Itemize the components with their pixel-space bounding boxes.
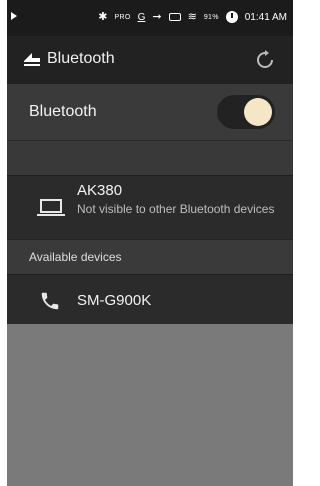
battery-icon <box>168 13 181 21</box>
empty-area <box>7 324 293 486</box>
bluetooth-toggle-row[interactable]: Bluetooth <box>7 84 293 140</box>
paired-device-status: Not visible to other Bluetooth devices <box>77 202 275 216</box>
status-icons: ✱ PRO G ➞ ≋ 91% 01:41 AM <box>98 11 287 23</box>
bluetooth-switch[interactable] <box>217 95 275 129</box>
paired-device-name: AK380 <box>77 182 123 199</box>
switch-knob <box>244 98 272 126</box>
available-devices-label: Available devices <box>29 250 122 264</box>
play-icon <box>11 12 17 20</box>
battery-percent: 91% <box>203 13 219 21</box>
available-device-row[interactable]: SM-G900K <box>7 274 293 327</box>
bluetooth-icon: ✱ <box>98 11 108 23</box>
bluetooth-toggle-label: Bluetooth <box>29 103 97 120</box>
output-arrow-icon: ➞ <box>152 11 162 23</box>
page-title: Bluetooth <box>47 50 115 67</box>
pro-label: PRO <box>114 13 131 21</box>
status-time: 01:41 AM <box>244 11 287 23</box>
status-bar: ✱ PRO G ➞ ≋ 91% 01:41 AM <box>7 0 293 36</box>
empty-row <box>7 140 293 175</box>
available-device-name: SM-G900K <box>77 292 152 309</box>
clock-icon <box>225 11 238 23</box>
g-label: G <box>137 11 146 23</box>
available-devices-header: Available devices <box>7 239 293 274</box>
app-bar: Bluetooth <box>7 36 293 84</box>
refresh-icon[interactable] <box>255 50 275 70</box>
back-icon[interactable] <box>23 50 41 68</box>
phone-screen: ✱ PRO G ➞ ≋ 91% 01:41 AM Bluetooth Bluet… <box>7 0 293 486</box>
wifi-icon: ≋ <box>187 11 197 23</box>
paired-device-row[interactable]: AK380 Not visible to other Bluetooth dev… <box>7 175 293 239</box>
phone-icon <box>41 292 59 310</box>
laptop-icon <box>37 199 65 216</box>
